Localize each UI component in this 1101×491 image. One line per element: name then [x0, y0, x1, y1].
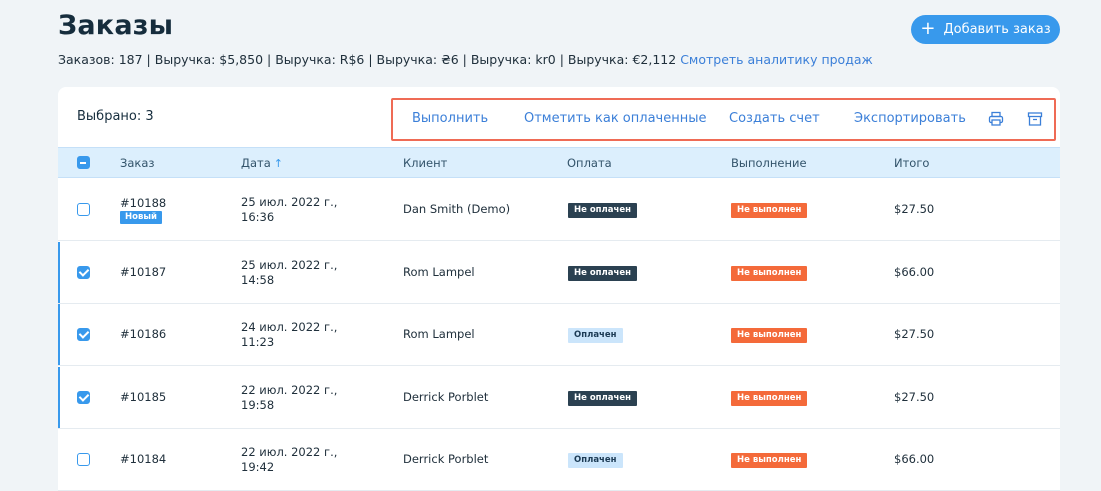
- selected-count: Выбрано: 3: [77, 109, 154, 124]
- analytics-link[interactable]: Смотреть аналитику продаж: [680, 52, 873, 67]
- order-total: $27.50: [894, 389, 935, 404]
- order-total: $27.50: [894, 202, 935, 216]
- create-invoice-button[interactable]: Создать счет: [729, 111, 820, 126]
- column-total[interactable]: Итого: [894, 156, 929, 170]
- column-payment[interactable]: Оплата: [567, 156, 612, 170]
- table-row[interactable]: #10185 22 июл. 2022 г., 19:58 Derrick Porbl…: [58, 366, 1060, 429]
- table-row[interactable]: #10187 25 июл. 2022 г., 14:58 Rom Lampel Не …: [58, 241, 1060, 304]
- table-row[interactable]: #10184 22 июл. 2022 г., 19:42 Derrick Porbl…: [58, 429, 1060, 491]
- order-total: $66.00: [894, 264, 935, 279]
- order-date: 22 июл. 2022 г., 19:42: [241, 445, 337, 475]
- row-checkbox[interactable]: [77, 265, 90, 279]
- payment-status-badge: Не оплачен: [568, 265, 637, 281]
- order-date-time: 11:23: [241, 335, 275, 349]
- payment-status-badge: Не оплачен: [568, 203, 637, 218]
- customer-name: Derrick Porblet: [403, 452, 489, 466]
- order-date-day: 24 июл. 2022 г.,: [241, 320, 338, 334]
- row-checkbox[interactable]: [77, 390, 90, 404]
- table-row[interactable]: #10186 24 июл. 2022 г., 11:23 Rom Lampel Опл…: [58, 304, 1060, 366]
- order-date: 22 июл. 2022 г., 19:58: [241, 383, 337, 413]
- order-date-day: 25 июл. 2022 г.,: [241, 257, 338, 272]
- order-date: 25 июл. 2022 г., 14:58: [241, 258, 337, 288]
- order-number: #10188: [120, 196, 167, 210]
- table-row[interactable]: #10188 Новый 25 июл. 2022 г., 16:36 Dan Smit…: [58, 179, 1060, 241]
- page-title: Заказы: [58, 10, 174, 41]
- order-date-time: 16:36: [241, 210, 275, 224]
- order-number: #10186: [120, 327, 167, 341]
- fulfillment-status-badge: Не выполнен: [731, 390, 808, 406]
- row-checkbox[interactable]: [77, 453, 90, 466]
- new-badge: Новый: [120, 211, 162, 224]
- sort-arrow-icon: ↑: [273, 157, 283, 170]
- order-date: 25 июл. 2022 г., 16:36: [241, 195, 337, 225]
- customer-name: Rom Lampel: [403, 264, 475, 279]
- archive-icon[interactable]: [1026, 110, 1044, 128]
- column-order[interactable]: Заказ: [120, 156, 155, 170]
- order-date-day: 22 июл. 2022 г.,: [241, 445, 338, 459]
- payment-status-badge: Оплачен: [568, 328, 623, 343]
- order-date-time: 19:42: [241, 460, 275, 474]
- column-date[interactable]: Дата ↑: [241, 156, 283, 170]
- order-number: #10187: [120, 264, 167, 279]
- row-checkbox[interactable]: [77, 328, 90, 341]
- order-total: $27.50: [894, 327, 935, 341]
- customer-name: Derrick Porblet: [403, 389, 489, 404]
- order-date-day: 25 июл. 2022 г.,: [241, 195, 338, 209]
- fulfillment-status-badge: Не выполнен: [731, 203, 808, 218]
- order-number: #10184: [120, 452, 167, 466]
- column-date-label: Дата: [241, 156, 271, 170]
- row-checkbox[interactable]: [77, 203, 90, 216]
- column-fulfillment[interactable]: Выполнение: [731, 156, 807, 170]
- order-date: 24 июл. 2022 г., 11:23: [241, 320, 337, 350]
- print-icon[interactable]: [987, 110, 1005, 128]
- payment-status-badge: Оплачен: [568, 453, 623, 468]
- fulfillment-status-badge: Не выполнен: [731, 328, 808, 343]
- order-date-time: 14:58: [241, 272, 275, 287]
- order-stats: Заказов: 187 | Выручка: $5,850 | Выручка…: [58, 52, 873, 67]
- add-order-label: Добавить заказ: [943, 22, 1051, 37]
- fulfill-button[interactable]: Выполнить: [412, 111, 488, 126]
- customer-name: Rom Lampel: [403, 327, 475, 341]
- order-date-time: 19:58: [241, 397, 275, 412]
- bulk-actions-box: Выполнить Отметить как оплаченные Создат…: [391, 98, 1056, 141]
- order-total: $66.00: [894, 452, 935, 466]
- column-customer[interactable]: Клиент: [403, 156, 447, 170]
- order-date-day: 22 июл. 2022 г.,: [241, 382, 338, 397]
- select-all-checkbox[interactable]: [77, 156, 90, 169]
- stats-text: Заказов: 187 | Выручка: $5,850 | Выручка…: [58, 52, 677, 67]
- fulfillment-status-badge: Не выполнен: [731, 453, 808, 468]
- customer-name: Dan Smith (Demo): [403, 202, 511, 216]
- table-header: Заказ Дата ↑ Клиент Оплата Выполнение Ито…: [58, 147, 1060, 178]
- orders-card: Выбрано: 3 Выполнить Отметить как оплаче…: [58, 87, 1060, 491]
- mark-paid-button[interactable]: Отметить как оплаченные: [524, 111, 706, 126]
- export-button[interactable]: Экспортировать: [854, 111, 966, 126]
- order-number: #10185: [120, 389, 167, 404]
- add-order-button[interactable]: + Добавить заказ: [911, 15, 1060, 44]
- plus-icon: +: [920, 17, 936, 39]
- fulfillment-status-badge: Не выполнен: [731, 265, 808, 281]
- payment-status-badge: Не оплачен: [568, 390, 637, 406]
